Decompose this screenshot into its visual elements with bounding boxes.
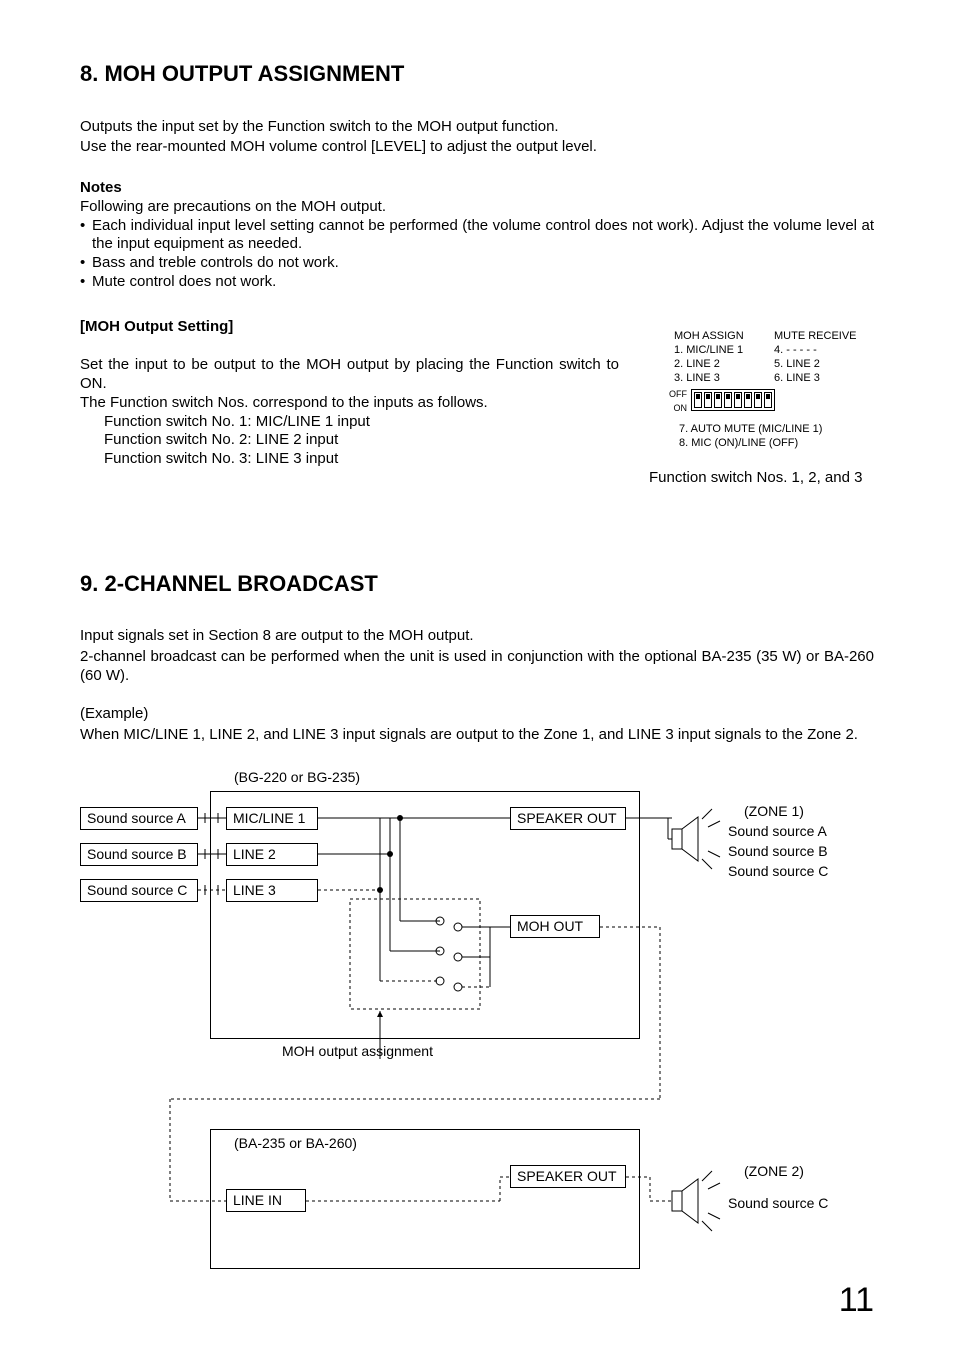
notes-intro: Following are precautions on the MOH out… bbox=[80, 198, 874, 217]
dip-bottom-note: 8. MIC (ON)/LINE (OFF) bbox=[679, 437, 874, 451]
source-c-box: Sound source C bbox=[80, 879, 198, 903]
line2-box: LINE 2 bbox=[226, 843, 318, 867]
bullet-text: Bass and treble controls do not work. bbox=[92, 254, 874, 273]
dip-header-left: MOH ASSIGN bbox=[674, 330, 774, 344]
s9-p1: Input signals set in Section 8 are outpu… bbox=[80, 627, 874, 646]
zone1-src-a: Sound source A bbox=[728, 823, 827, 841]
dip-caption: Function switch Nos. 1, 2, and 3 bbox=[649, 469, 874, 488]
line3-box: LINE 3 bbox=[226, 879, 318, 903]
dip-left-item: 1. MIC/LINE 1 bbox=[674, 344, 774, 358]
dip-off-label: OFF bbox=[669, 389, 687, 399]
zone1-label: (ZONE 1) bbox=[744, 803, 804, 821]
moh-p2: The Function switch Nos. correspond to t… bbox=[80, 394, 619, 413]
broadcast-diagram: (BG-220 or BG-235) Sound source A Sound … bbox=[80, 769, 874, 1309]
s8-p2: Use the rear-mounted MOH volume control … bbox=[80, 138, 874, 157]
zone1-src-b: Sound source B bbox=[728, 843, 828, 861]
s8-p1: Outputs the input set by the Function sw… bbox=[80, 118, 874, 137]
moh-line: Function switch No. 3: LINE 3 input bbox=[80, 450, 619, 469]
speaker-out-2-box: SPEAKER OUT bbox=[510, 1165, 626, 1189]
bullet-item: • Mute control does not work. bbox=[80, 273, 874, 292]
dip-bottom-note: 7. AUTO MUTE (MIC/LINE 1) bbox=[679, 423, 874, 437]
dip-switch-panel: MOH ASSIGN 1. MIC/LINE 1 2. LINE 2 3. LI… bbox=[649, 330, 874, 487]
dip-left-item: 2. LINE 2 bbox=[674, 358, 774, 372]
dip-right-item: 4. - - - - - bbox=[774, 344, 874, 358]
dip-switch-icon bbox=[691, 389, 775, 411]
source-a-box: Sound source A bbox=[80, 807, 198, 831]
section-9-heading: 9. 2-CHANNEL BROADCAST bbox=[80, 570, 874, 598]
line-in-box: LINE IN bbox=[226, 1189, 306, 1213]
source-b-box: Sound source B bbox=[80, 843, 198, 867]
moh-p1: Set the input to be output to the MOH ou… bbox=[80, 356, 619, 394]
moh-line: Function switch No. 1: MIC/LINE 1 input bbox=[80, 413, 619, 432]
notes-title: Notes bbox=[80, 179, 874, 198]
s9-p2: 2-channel broadcast can be performed whe… bbox=[80, 648, 874, 686]
example-text: When MIC/LINE 1, LINE 2, and LINE 3 inpu… bbox=[80, 726, 874, 745]
micline1-box: MIC/LINE 1 bbox=[226, 807, 318, 831]
page-number: 11 bbox=[839, 1279, 874, 1322]
bg-label: (BG-220 or BG-235) bbox=[234, 769, 360, 787]
bullet-text: Each individual input level setting cann… bbox=[92, 217, 874, 255]
example-label: (Example) bbox=[80, 705, 874, 724]
zone2-src-c: Sound source C bbox=[728, 1195, 828, 1213]
moh-assignment-label: MOH output assignment bbox=[282, 1043, 433, 1061]
bullet-text: Mute control does not work. bbox=[92, 273, 874, 292]
dip-header-right: MUTE RECEIVE bbox=[774, 330, 874, 344]
dip-left-item: 3. LINE 3 bbox=[674, 372, 774, 386]
dip-right-item: 6. LINE 3 bbox=[774, 372, 874, 386]
ba-label: (BA-235 or BA-260) bbox=[234, 1135, 357, 1153]
section-8-heading: 8. MOH OUTPUT ASSIGNMENT bbox=[80, 60, 874, 88]
dip-right-item: 5. LINE 2 bbox=[774, 358, 874, 372]
moh-line: Function switch No. 2: LINE 2 input bbox=[80, 431, 619, 450]
zone2-label: (ZONE 2) bbox=[744, 1163, 804, 1181]
dip-on-label: ON bbox=[669, 403, 687, 413]
bullet-item: • Bass and treble controls do not work. bbox=[80, 254, 874, 273]
speaker-out-1-box: SPEAKER OUT bbox=[510, 807, 626, 831]
moh-out-box: MOH OUT bbox=[510, 915, 600, 939]
bullet-item: • Each individual input level setting ca… bbox=[80, 217, 874, 255]
zone1-src-c: Sound source C bbox=[728, 863, 828, 881]
